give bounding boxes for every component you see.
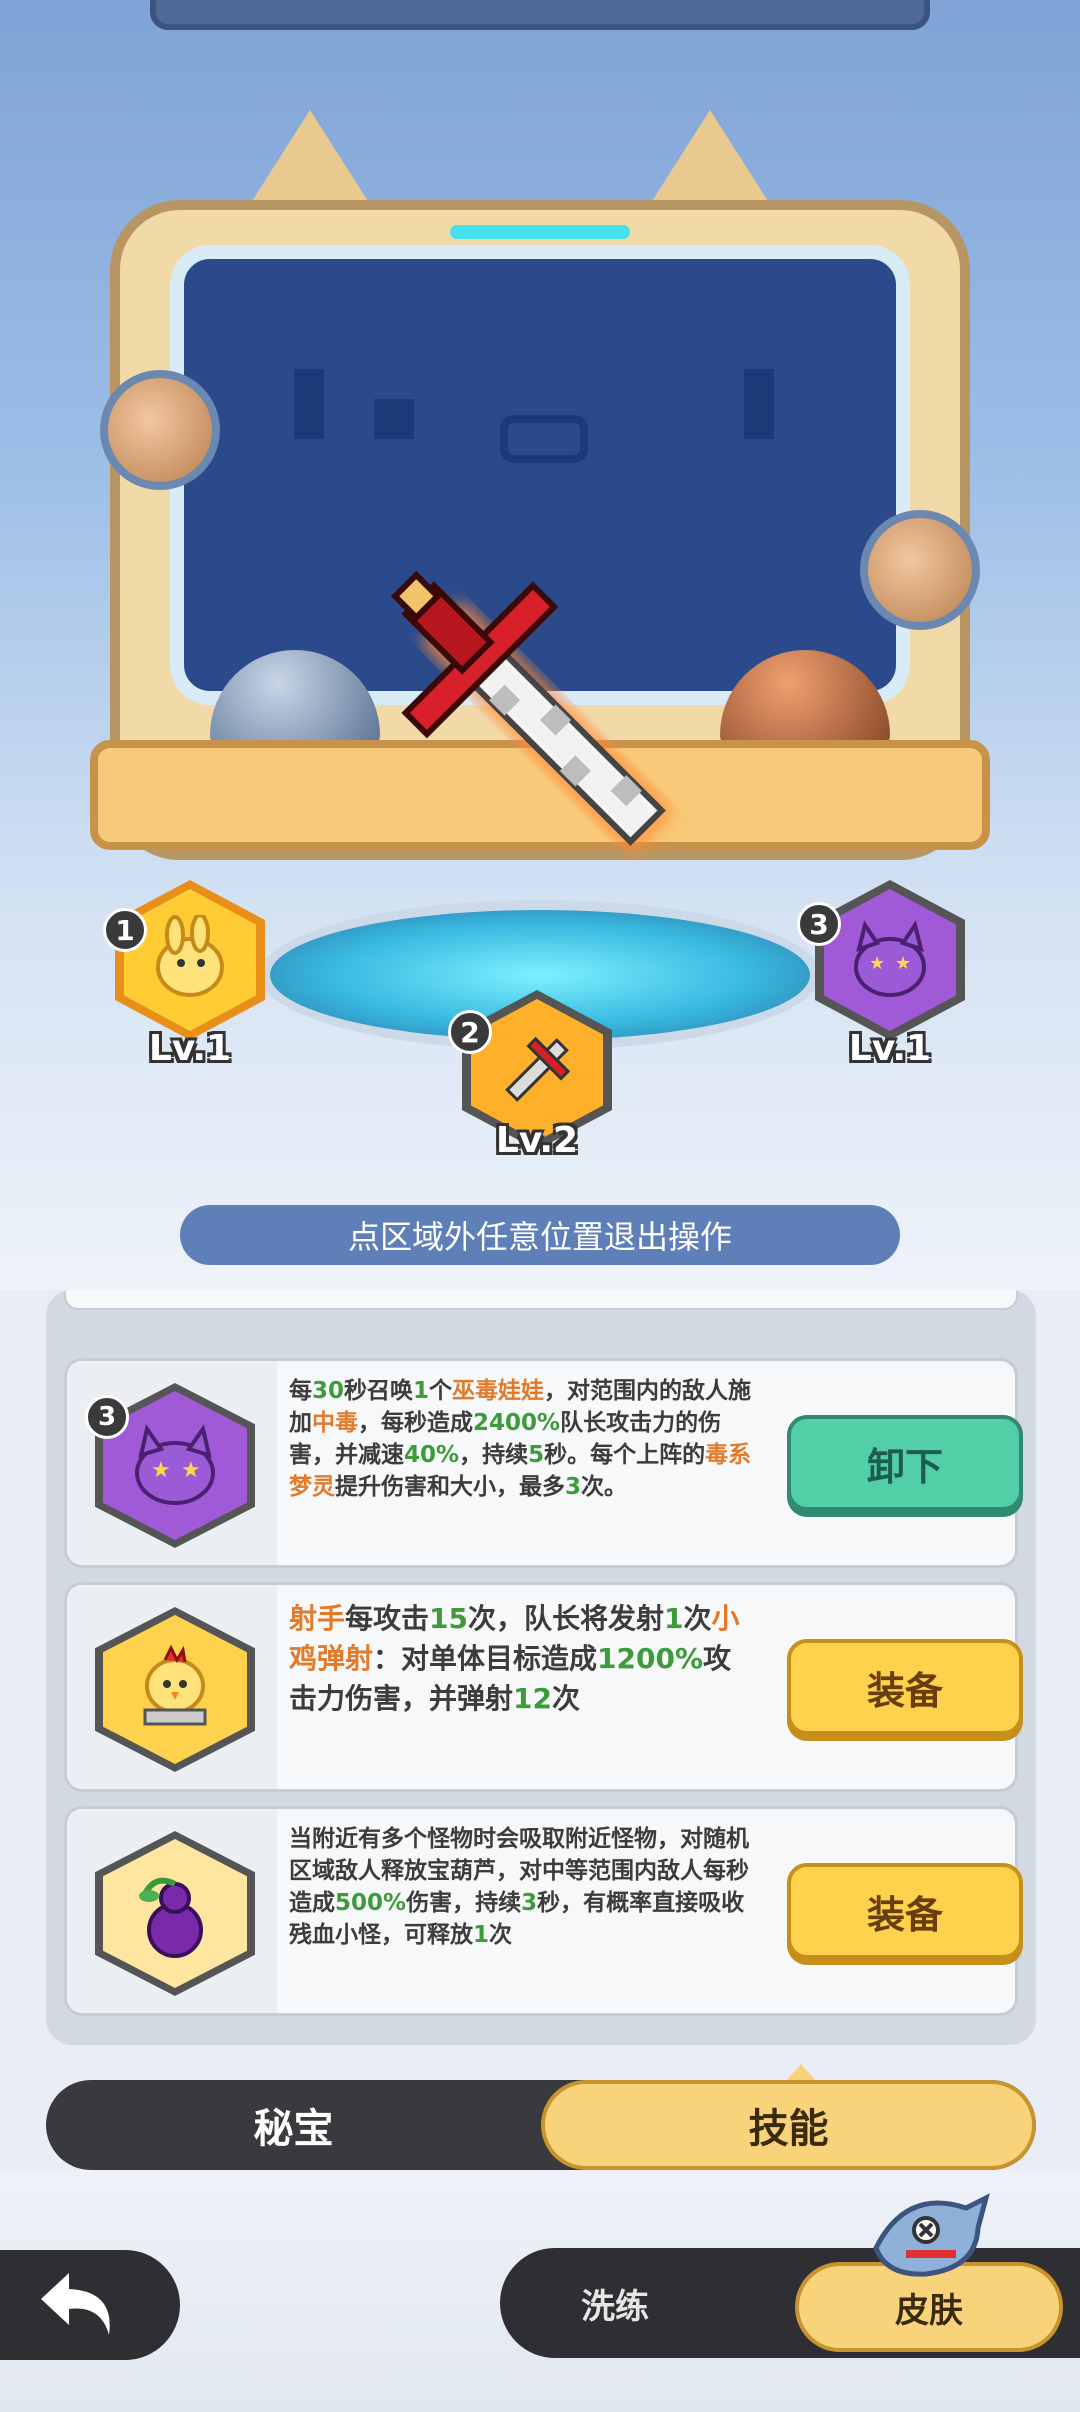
tab-bar: 秘宝 技能 xyxy=(46,2080,1036,2170)
desc-fragment: 伤害，持续 xyxy=(406,1890,522,1916)
machine-scene: 1 Lv.1 2 Lv.2 ★ ★ 3 Lv.1 xyxy=(0,0,1080,1290)
exit-hint: 点区域外任意位置退出操作 xyxy=(180,1205,900,1265)
chick-pet-icon xyxy=(156,915,224,997)
svg-text:★: ★ xyxy=(181,1458,201,1483)
desc-fragment: 每 xyxy=(289,1378,312,1404)
desc-fragment: 1200% xyxy=(597,1642,704,1675)
equip-slot-3[interactable]: ★ ★ 3 Lv.1 xyxy=(797,880,965,1069)
back-arrow-icon xyxy=(41,2273,110,2335)
desc-fragment: ，每秒造成 xyxy=(358,1410,473,1436)
desc-fragment: 提升伤害和大小，最多 xyxy=(335,1474,565,1500)
robot-arm-left xyxy=(100,370,220,490)
purple-spirit-icon: ★ ★ xyxy=(854,920,926,997)
desc-fragment: 次 xyxy=(551,1682,580,1715)
slot-number: 3 xyxy=(797,902,841,946)
desc-fragment: 个 xyxy=(429,1378,453,1404)
desc-fragment: 12 xyxy=(513,1682,552,1715)
equip-slot-1[interactable]: 1 Lv.1 xyxy=(103,880,265,1069)
slot-level: Lv.2 xyxy=(495,1120,579,1161)
equip-button[interactable]: 装备 xyxy=(787,1863,1023,1959)
skill-card-chick[interactable]: 射手每攻击15次，队长将发射1次小鸡弹射：对单体目标造成1200%攻击力伤害，并… xyxy=(64,1582,1023,1792)
skill-list-panel[interactable]: ★ ★ 3 每30秒召唤1个巫毒娃娃，对范围内的敌人施加中毒，每秒造成2400%… xyxy=(46,1290,1036,2045)
slot-level: Lv.1 xyxy=(848,1028,932,1069)
slot-number: 2 xyxy=(448,1010,492,1054)
slot-number: 3 xyxy=(85,1395,129,1439)
desc-fragment: 射手 xyxy=(289,1602,346,1635)
skill-description: 每30秒召唤1个巫毒娃娃，对范围内的敌人施加中毒，每秒造成2400%队长攻击力的… xyxy=(289,1375,759,1503)
desc-fragment: 3 xyxy=(521,1890,538,1916)
desc-fragment: 1 xyxy=(413,1378,430,1404)
top-frame xyxy=(150,0,930,30)
robot-arm-right xyxy=(860,510,980,630)
desc-fragment: ：对单体目标造成 xyxy=(373,1642,598,1675)
desc-fragment: 中毒 xyxy=(312,1410,358,1436)
equip-button[interactable]: 装备 xyxy=(787,1639,1023,1735)
pixel-sword-icon[interactable] xyxy=(360,520,720,920)
desc-fragment: ，持续 xyxy=(459,1442,529,1468)
tab-skill[interactable]: 技能 xyxy=(541,2080,1036,2170)
skill-card-poison[interactable]: ★ ★ 3 每30秒召唤1个巫毒娃娃，对范围内的敌人施加中毒，每秒造成2400%… xyxy=(64,1358,1023,1568)
desc-fragment: 1 xyxy=(473,1922,490,1948)
desc-fragment: 秒。每个上阵的 xyxy=(544,1442,706,1468)
skill-card-gourd[interactable]: 当附近有多个怪物时会吸取附近怪物，对随机区域敌人释放宝葫芦，对中等范围内敌人每秒… xyxy=(64,1806,1023,2016)
desc-fragment: 次 xyxy=(489,1922,513,1948)
desc-fragment: 3 xyxy=(565,1474,582,1500)
tab-treasure[interactable]: 秘宝 xyxy=(46,2080,541,2170)
partial-card xyxy=(64,1290,1018,1310)
desc-fragment: 次，队长将发射 xyxy=(468,1602,665,1635)
desc-fragment: 次 xyxy=(683,1602,712,1635)
desc-fragment: 1 xyxy=(664,1602,684,1635)
slot-number: 1 xyxy=(103,908,147,952)
sword-icon xyxy=(505,1036,571,1102)
unequip-button[interactable]: 卸下 xyxy=(787,1415,1023,1511)
equip-slot-2[interactable]: 2 Lv.2 xyxy=(448,990,612,1161)
back-button[interactable] xyxy=(0,2250,180,2360)
svg-text:★: ★ xyxy=(895,953,911,974)
desc-fragment: 40% xyxy=(404,1442,460,1468)
refine-button[interactable]: 洗练 xyxy=(500,2248,730,2358)
svg-text:★: ★ xyxy=(869,953,885,974)
desc-fragment: 巫毒娃娃 xyxy=(452,1378,545,1404)
skill-description: 射手每攻击15次，队长将发射1次小鸡弹射：对单体目标造成1200%攻击力伤害，并… xyxy=(289,1599,759,1719)
screen-glow xyxy=(450,225,630,239)
svg-text:★: ★ xyxy=(151,1458,171,1483)
desc-fragment: 秒召唤 xyxy=(344,1378,414,1404)
shark-mascot-icon xyxy=(873,2193,990,2277)
desc-fragment: 每攻击 xyxy=(345,1602,430,1635)
desc-fragment: 500% xyxy=(335,1890,407,1916)
desc-fragment: 15 xyxy=(429,1602,468,1635)
skill-description: 当附近有多个怪物时会吸取附近怪物，对随机区域敌人释放宝葫芦，对中等范围内敌人每秒… xyxy=(289,1823,759,1951)
slot-level: Lv.1 xyxy=(148,1028,232,1069)
desc-fragment: 次。 xyxy=(581,1474,628,1500)
desc-fragment: 5 xyxy=(528,1442,545,1468)
desc-fragment: 30 xyxy=(312,1378,345,1404)
desc-fragment: 2400% xyxy=(473,1410,561,1436)
